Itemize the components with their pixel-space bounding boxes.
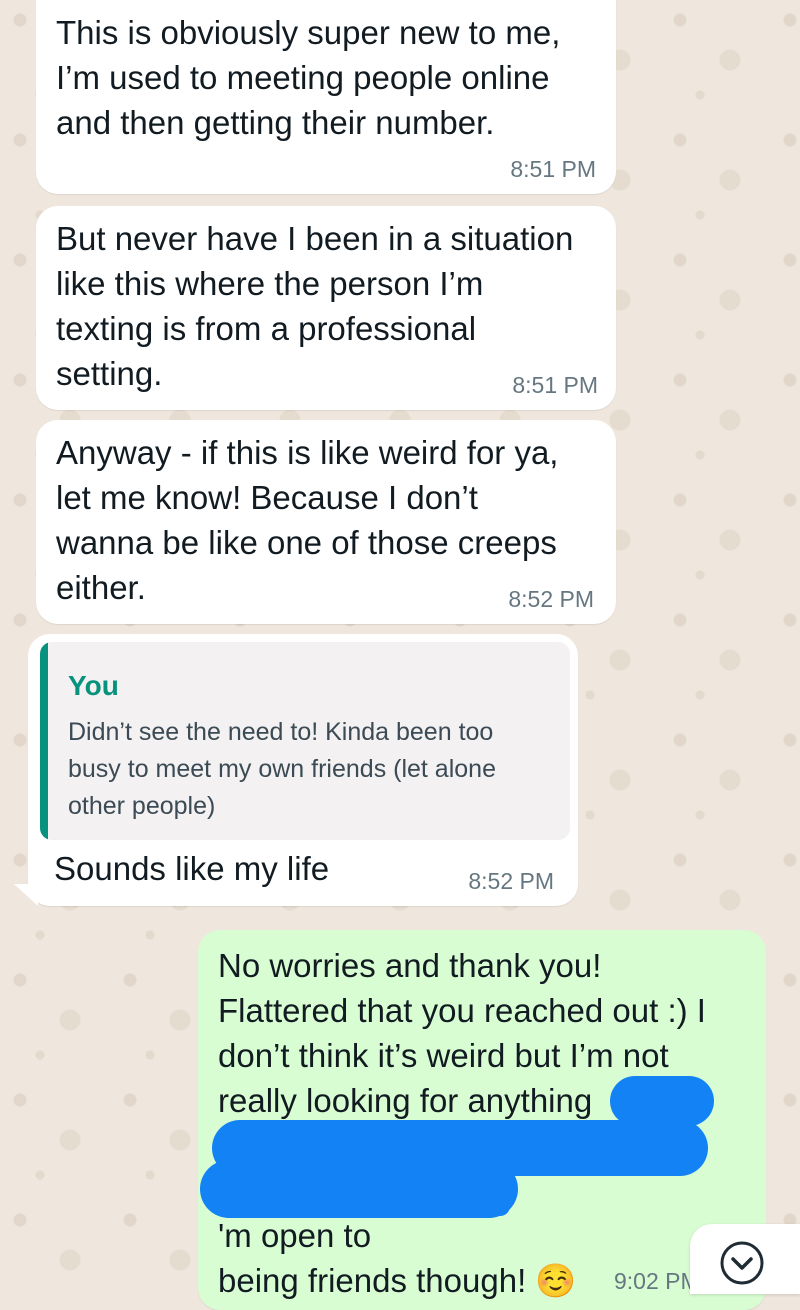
- scroll-to-bottom-button[interactable]: [690, 1224, 800, 1294]
- message-bubble-incoming[interactable]: But never have I been in a situation lik…: [36, 206, 616, 410]
- message-text: Anyway - if this is like weird for ya, l…: [56, 434, 559, 606]
- redaction-mark: [610, 1076, 714, 1126]
- redaction-mark: [210, 1168, 510, 1216]
- message-text: But never have I been in a situation lik…: [56, 220, 574, 392]
- bubble-tail: [14, 884, 38, 906]
- message-timestamp: 9:02 PM: [614, 1268, 700, 1294]
- message-timestamp: 8:52 PM: [508, 586, 594, 612]
- message-bubble-incoming[interactable]: You Didn’t see the need to! Kinda been t…: [28, 634, 578, 906]
- message-timestamp: 8:51 PM: [510, 156, 596, 182]
- quote-text: Didn’t see the need to! Kinda been too b…: [68, 718, 496, 820]
- quote-accent-bar: [40, 642, 48, 840]
- message-timestamp: 8:51 PM: [512, 372, 598, 398]
- quote-author: You: [68, 670, 119, 701]
- message-bubble-incoming[interactable]: This is obviously super new to me, I’m u…: [36, 0, 616, 194]
- message-timestamp: 8:52 PM: [468, 868, 554, 894]
- chevron-down-icon: [720, 1241, 764, 1285]
- quoted-message[interactable]: You Didn’t see the need to! Kinda been t…: [40, 642, 570, 840]
- message-bubble-incoming[interactable]: Anyway - if this is like weird for ya, l…: [36, 420, 616, 624]
- message-text: Sounds like my life: [54, 850, 330, 887]
- message-text: This is obviously super new to me, I’m u…: [56, 14, 561, 141]
